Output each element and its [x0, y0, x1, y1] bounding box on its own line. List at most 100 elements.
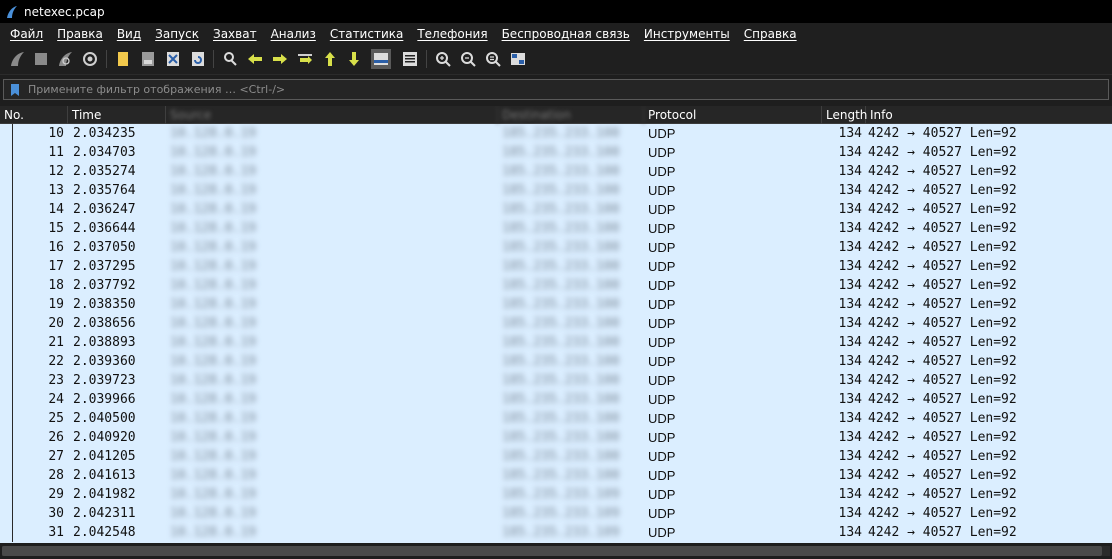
packet-source: 10.128.0.19	[170, 259, 257, 274]
table-row[interactable]: 15 2.036644 10.128.0.19 185.235.233.100 UDP 1…	[0, 219, 1112, 238]
column-header-no[interactable]: No.	[0, 106, 68, 124]
packet-protocol: UDP	[648, 506, 676, 521]
main-toolbar	[0, 45, 1112, 75]
packet-length: 134	[838, 392, 862, 407]
column-header-destination[interactable]: Destination	[498, 106, 644, 124]
table-row[interactable]: 31 2.042548 10.128.0.19 185.235.233.109 UDP 1…	[0, 523, 1112, 542]
menu-wireless[interactable]: Беспроводная связь	[495, 27, 637, 41]
table-row[interactable]: 26 2.040920 10.128.0.19 185.235.233.100 UDP 1…	[0, 428, 1112, 447]
table-row[interactable]: 21 2.038893 10.128.0.19 185.235.233.100 UDP 1…	[0, 333, 1112, 352]
packet-protocol: UDP	[648, 278, 676, 293]
packet-length: 134	[838, 449, 862, 464]
menu-file[interactable]: Файл	[0, 27, 50, 41]
horizontal-scrollbar-thumb[interactable]	[2, 546, 1102, 556]
table-row[interactable]: 16 2.037050 10.128.0.19 185.235.233.100 UDP 1…	[0, 238, 1112, 257]
save-file-icon[interactable]	[140, 51, 156, 67]
zoom-in-icon[interactable]	[435, 51, 451, 67]
colorize-icon[interactable]	[402, 51, 418, 67]
packet-length: 134	[838, 240, 862, 255]
table-row[interactable]: 24 2.039966 10.128.0.19 185.235.233.100 UDP 1…	[0, 390, 1112, 409]
bookmark-icon[interactable]	[10, 83, 20, 97]
packet-protocol: UDP	[648, 411, 676, 426]
toolbar-separator	[106, 50, 107, 68]
packet-length: 134	[838, 487, 862, 502]
packet-source: 10.128.0.19	[170, 487, 257, 502]
packet-protocol: UDP	[648, 240, 676, 255]
packet-source: 10.128.0.19	[170, 430, 257, 445]
go-forward-icon[interactable]	[272, 51, 288, 67]
table-row[interactable]: 12 2.035274 10.128.0.19 185.235.233.100 UDP 1…	[0, 162, 1112, 181]
packet-destination: 185.235.233.100	[502, 468, 620, 483]
packet-protocol: UDP	[648, 449, 676, 464]
table-row[interactable]: 28 2.041613 10.128.0.19 185.235.233.100 UDP 1…	[0, 466, 1112, 485]
column-header-source[interactable]: Source	[166, 106, 498, 124]
menu-go[interactable]: Запуск	[148, 27, 206, 41]
table-row[interactable]: 19 2.038350 10.128.0.19 185.235.233.100 UDP 1…	[0, 295, 1112, 314]
zoom-out-icon[interactable]	[460, 51, 476, 67]
packet-no: 18	[48, 278, 64, 293]
open-file-icon[interactable]	[115, 51, 131, 67]
packet-length: 134	[838, 354, 862, 369]
display-filter-input[interactable]	[28, 81, 1108, 98]
capture-options-icon[interactable]	[82, 51, 98, 67]
go-to-packet-icon[interactable]	[297, 51, 313, 67]
table-row[interactable]: 10 2.034235 10.128.0.19 185.235.233.100 UDP 1…	[0, 124, 1112, 143]
packet-info: 4242 → 40527 Len=92	[868, 354, 1017, 369]
table-row[interactable]: 17 2.037295 10.128.0.19 185.235.233.100 UDP 1…	[0, 257, 1112, 276]
close-file-icon[interactable]	[165, 51, 181, 67]
stop-capture-icon[interactable]	[33, 51, 49, 67]
table-row[interactable]: 25 2.040500 10.128.0.19 185.235.233.100 UDP 1…	[0, 409, 1112, 428]
menu-help[interactable]: Справка	[737, 27, 804, 41]
menu-telephony[interactable]: Телефония	[410, 27, 494, 41]
shark-fin-start-icon[interactable]	[9, 51, 25, 67]
packet-destination: 185.235.233.100	[502, 259, 620, 274]
column-header-time[interactable]: Time	[68, 106, 166, 124]
go-back-icon[interactable]	[247, 51, 263, 67]
column-header-length[interactable]: Length	[822, 106, 867, 124]
table-row[interactable]: 14 2.036247 10.128.0.19 185.235.233.100 UDP 1…	[0, 200, 1112, 219]
column-header-info[interactable]: Info	[866, 106, 1112, 124]
table-row[interactable]: 18 2.037792 10.128.0.19 185.235.233.100 UDP 1…	[0, 276, 1112, 295]
table-row[interactable]: 27 2.041205 10.128.0.19 185.235.233.100 UDP 1…	[0, 447, 1112, 466]
packet-protocol: UDP	[648, 335, 676, 350]
menu-analyze[interactable]: Анализ	[264, 27, 323, 41]
menu-view[interactable]: Вид	[110, 27, 148, 41]
go-first-icon[interactable]	[322, 51, 338, 67]
packet-destination: 185.235.233.100	[502, 145, 620, 160]
table-row[interactable]: 23 2.039723 10.128.0.19 185.235.233.100 UDP 1…	[0, 371, 1112, 390]
packet-time: 2.038893	[73, 335, 136, 350]
packet-time: 2.039966	[73, 392, 136, 407]
packet-time: 2.041205	[73, 449, 136, 464]
table-row[interactable]: 20 2.038656 10.128.0.19 185.235.233.100 UDP 1…	[0, 314, 1112, 333]
packet-no: 19	[48, 297, 64, 312]
find-packet-icon[interactable]	[222, 51, 238, 67]
packet-destination: 185.235.233.109	[502, 506, 620, 521]
packet-destination: 185.235.233.100	[502, 430, 620, 445]
menu-edit[interactable]: Правка	[50, 27, 110, 41]
packet-no: 16	[48, 240, 64, 255]
packet-info: 4242 → 40527 Len=92	[868, 392, 1017, 407]
resize-columns-icon[interactable]	[510, 51, 526, 67]
go-last-icon[interactable]	[346, 51, 362, 67]
packet-info: 4242 → 40527 Len=92	[868, 506, 1017, 521]
packet-length: 134	[838, 430, 862, 445]
table-row[interactable]: 11 2.034703 10.128.0.19 185.235.233.100 UDP 1…	[0, 143, 1112, 162]
normal-size-icon[interactable]	[485, 51, 501, 67]
packet-info: 4242 → 40527 Len=92	[868, 468, 1017, 483]
table-row[interactable]: 29 2.041982 10.128.0.19 185.235.233.109 UDP 1…	[0, 485, 1112, 504]
menu-capture[interactable]: Захват	[206, 27, 264, 41]
table-row[interactable]: 13 2.035764 10.128.0.19 185.235.233.100 UDP 1…	[0, 181, 1112, 200]
menu-tools[interactable]: Инструменты	[637, 27, 737, 41]
packet-no: 17	[48, 259, 64, 274]
table-row[interactable]: 30 2.042311 10.128.0.19 185.235.233.109 UDP 1…	[0, 504, 1112, 523]
packet-protocol: UDP	[648, 221, 676, 236]
menu-statistics[interactable]: Статистика	[323, 27, 411, 41]
packet-destination: 185.235.233.100	[502, 278, 620, 293]
reload-file-icon[interactable]	[190, 51, 206, 67]
column-header-protocol[interactable]: Protocol	[644, 106, 822, 124]
restart-capture-icon[interactable]	[57, 51, 73, 67]
autoscroll-icon[interactable]	[371, 49, 391, 69]
packet-length: 134	[838, 202, 862, 217]
table-row[interactable]: 22 2.039360 10.128.0.19 185.235.233.100 UDP 1…	[0, 352, 1112, 371]
packet-destination: 185.235.233.100	[502, 316, 620, 331]
